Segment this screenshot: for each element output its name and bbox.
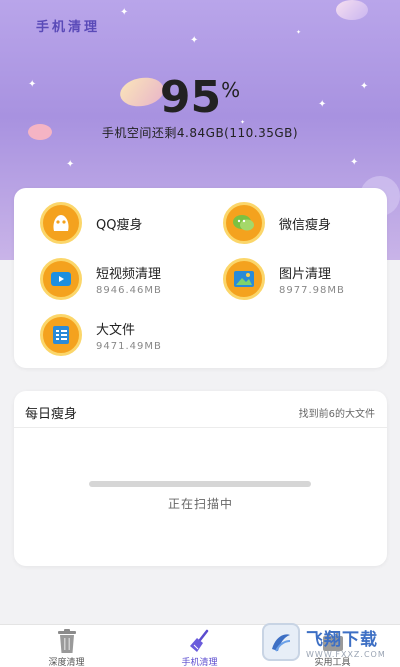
watermark: 飞翔下载 WWW.FXXZ.COM bbox=[262, 616, 400, 667]
scan-status: 正在扫描中 bbox=[167, 497, 233, 511]
watermark-title: 飞翔下载 bbox=[306, 629, 378, 650]
image-icon bbox=[223, 258, 265, 300]
nav-label: 深度清理 bbox=[48, 658, 85, 667]
trash-can-icon bbox=[54, 628, 80, 658]
storage-percent: 95% bbox=[0, 72, 400, 123]
wechat-icon bbox=[223, 202, 265, 244]
file-list-icon bbox=[40, 314, 82, 356]
daily-slim-card: 每日瘦身 找到前6的大文件 正在扫描中 bbox=[14, 391, 387, 566]
tool-size: 8946.46MB bbox=[96, 284, 162, 296]
star-decoration: ✦ bbox=[296, 29, 302, 36]
planet-decoration bbox=[336, 0, 368, 20]
star-decoration: ✦ bbox=[120, 7, 129, 18]
storage-summary: 手机空间还剩4.84GB(110.35GB) bbox=[101, 126, 299, 140]
cleanup-tools-card: QQ瘦身 微信瘦身 短视频清理 8946.46MB 图片清理 8977.98MB bbox=[14, 188, 387, 368]
tool-size: 9471.49MB bbox=[96, 340, 162, 352]
broom-icon bbox=[187, 628, 213, 658]
star-decoration: ✦ bbox=[350, 157, 359, 168]
tool-label: 微信瘦身 bbox=[279, 217, 332, 233]
percent-value: 95 bbox=[159, 72, 222, 123]
tool-label: QQ瘦身 bbox=[96, 217, 143, 233]
watermark-url: WWW.FXXZ.COM bbox=[306, 649, 386, 659]
tool-image-cleanup[interactable]: 图片清理 8977.98MB bbox=[223, 258, 345, 300]
tool-size: 8977.98MB bbox=[279, 284, 345, 296]
tool-qq-slim[interactable]: QQ瘦身 bbox=[40, 202, 142, 244]
watermark-logo-icon bbox=[262, 622, 300, 661]
tool-large-files[interactable]: 大文件 9471.49MB bbox=[40, 314, 162, 356]
app-title: 手机清理 bbox=[36, 20, 101, 35]
qq-icon bbox=[40, 202, 82, 244]
tool-wechat-slim[interactable]: 微信瘦身 bbox=[223, 202, 331, 244]
tool-label: 短视频清理 bbox=[96, 266, 162, 282]
star-decoration: ✦ bbox=[66, 159, 75, 170]
nav-label: 手机清理 bbox=[181, 658, 218, 667]
divider bbox=[14, 427, 387, 428]
nav-phone-clean[interactable]: 手机清理 bbox=[133, 625, 266, 667]
scan-progress-bar bbox=[89, 481, 311, 487]
tool-label: 图片清理 bbox=[279, 266, 332, 282]
tool-label: 大文件 bbox=[96, 322, 136, 338]
video-icon bbox=[40, 258, 82, 300]
star-decoration: ✦ bbox=[190, 35, 199, 46]
tool-short-video-cleanup[interactable]: 短视频清理 8946.46MB bbox=[40, 258, 162, 300]
daily-subtitle[interactable]: 找到前6的大文件 bbox=[299, 405, 375, 420]
percent-sign: % bbox=[221, 78, 241, 102]
daily-title: 每日瘦身 bbox=[25, 407, 78, 422]
nav-deep-clean[interactable]: 深度清理 bbox=[0, 625, 133, 667]
